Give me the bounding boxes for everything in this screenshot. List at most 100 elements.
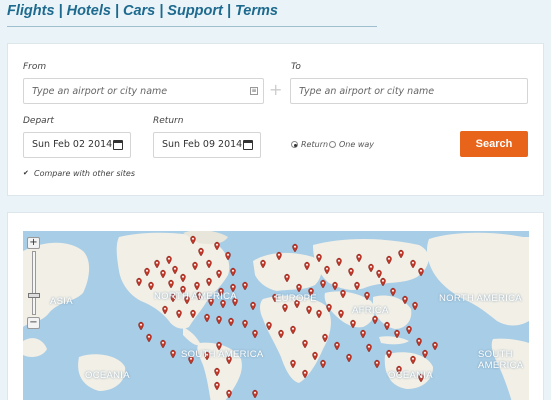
map-pin-dot [324, 335, 326, 338]
map-pin-icon[interactable] [292, 243, 298, 253]
map-pin-dot [418, 339, 420, 342]
map-pin-icon[interactable] [320, 279, 326, 289]
map-pin-icon[interactable] [334, 341, 340, 351]
map-pin-icon[interactable] [346, 353, 352, 363]
map-pin-icon[interactable] [374, 359, 380, 369]
map-pin-dot [348, 355, 350, 358]
map-pin-icon[interactable] [216, 315, 222, 325]
map-pin-icon[interactable] [146, 333, 152, 343]
calendar-icon[interactable] [113, 140, 123, 150]
to-field[interactable] [290, 78, 528, 104]
map-pin-icon[interactable] [242, 281, 248, 291]
map-pin-icon[interactable] [360, 329, 366, 339]
map-pin-dot [342, 291, 344, 294]
map-panel: ASIA NORTH AMERICA EUROPE AFRICA NORTH A… [7, 212, 544, 400]
map-pin-dot [298, 285, 300, 288]
trip-oneway-radio[interactable]: One way [329, 140, 374, 149]
map-pin-dot [318, 311, 320, 314]
map-pin-dot [196, 283, 198, 286]
map-pin-dot [374, 317, 376, 320]
nav-support[interactable]: Support [167, 3, 223, 19]
compare-checkbox[interactable]: ✔ Compare with other sites [23, 169, 135, 178]
map-pin-dot [334, 283, 336, 286]
map-pin-dot [412, 261, 414, 264]
map-pin-icon[interactable] [406, 325, 412, 335]
map-pin-dot [306, 263, 308, 266]
map-pin-dot [408, 327, 410, 330]
map-label-oceania-2: OCEANIA [388, 370, 433, 381]
map-pin-dot [420, 269, 422, 272]
map-pin-dot [358, 255, 360, 258]
return-date-field[interactable]: Sun Feb 09 2014 [153, 132, 261, 158]
map-pin-icon[interactable] [394, 329, 400, 339]
nav-flights[interactable]: Flights [7, 3, 55, 19]
map-pin-icon[interactable] [250, 301, 256, 311]
map-pin-icon[interactable] [416, 337, 422, 347]
map-pin-icon[interactable] [372, 315, 378, 325]
map-pin-dot [338, 259, 340, 262]
map-pin-icon[interactable] [390, 287, 396, 297]
nav-cars[interactable]: Cars [123, 3, 155, 19]
map-pin-dot [146, 269, 148, 272]
map-label-north-america-2: NORTH AMERICA [439, 293, 522, 304]
radio-unselected-icon[interactable] [329, 141, 336, 148]
map-pin-icon[interactable] [320, 359, 326, 369]
map-pin-icon[interactable] [380, 277, 386, 287]
map-pin-dot [414, 303, 416, 306]
map-pin-dot [227, 253, 229, 256]
list-icon[interactable]: ≡ [250, 87, 258, 95]
zoom-slider-track[interactable] [32, 251, 36, 315]
nav-terms[interactable]: Terms [235, 3, 278, 19]
destination-map[interactable]: ASIA NORTH AMERICA EUROPE AFRICA NORTH A… [23, 231, 529, 400]
map-pin-dot [182, 287, 184, 290]
depart-date-field[interactable]: Sun Feb 02 2014 [23, 132, 131, 158]
map-pin-dot [164, 307, 166, 310]
map-pin-icon[interactable] [384, 321, 390, 331]
map-pin-icon[interactable] [252, 389, 258, 399]
map-pin-icon[interactable] [432, 341, 438, 351]
map-pin-dot [218, 271, 220, 274]
map-pin-dot [294, 245, 296, 248]
map-pin-icon[interactable] [296, 283, 302, 293]
map-pin-icon[interactable] [422, 349, 428, 359]
nav-separator: | [58, 3, 63, 19]
radio-selected-icon[interactable] [291, 141, 298, 148]
map-pin-dot [174, 267, 176, 270]
map-pin-dot [400, 251, 402, 254]
map-pin-dot [216, 243, 218, 246]
calendar-icon[interactable] [243, 140, 253, 150]
map-pin-dot [252, 303, 254, 306]
map-pin-icon[interactable] [252, 329, 258, 339]
map-pin-dot [386, 323, 388, 326]
to-input[interactable] [299, 79, 527, 103]
map-pin-icon[interactable] [242, 319, 248, 329]
checkmark-icon[interactable]: ✔ [23, 170, 30, 177]
map-pin-icon[interactable] [138, 321, 144, 331]
map-pin-dot [370, 265, 372, 268]
map-pin-dot [178, 311, 180, 314]
map-pin-dot [368, 345, 370, 348]
zoom-slider-handle[interactable] [28, 293, 40, 298]
map-pin-dot [228, 391, 230, 394]
trip-return-radio[interactable]: Return [291, 140, 328, 149]
map-pin-icon[interactable] [204, 313, 210, 323]
map-pin-icon[interactable] [332, 281, 338, 291]
map-label-europe: EUROPE [275, 293, 317, 304]
map-pin-icon[interactable] [170, 349, 176, 359]
map-pin-dot [284, 305, 286, 308]
from-input[interactable] [32, 79, 263, 103]
map-pin-dot [314, 353, 316, 356]
from-field[interactable]: ≡ [23, 78, 264, 104]
map-pin-icon[interactable] [230, 267, 236, 277]
map-pin-icon[interactable] [412, 301, 418, 311]
to-label: To [291, 62, 301, 72]
search-button[interactable]: Search [460, 131, 528, 157]
map-pin-icon[interactable] [366, 343, 372, 353]
map-pin-icon[interactable] [228, 317, 234, 327]
map-pin-icon[interactable] [160, 339, 166, 349]
map-pin-dot [254, 391, 256, 394]
nav-hotels[interactable]: Hotels [67, 3, 111, 19]
zoom-in-button[interactable]: + [27, 237, 40, 249]
zoom-out-button[interactable]: − [27, 317, 40, 329]
map-pin-dot [194, 263, 196, 266]
